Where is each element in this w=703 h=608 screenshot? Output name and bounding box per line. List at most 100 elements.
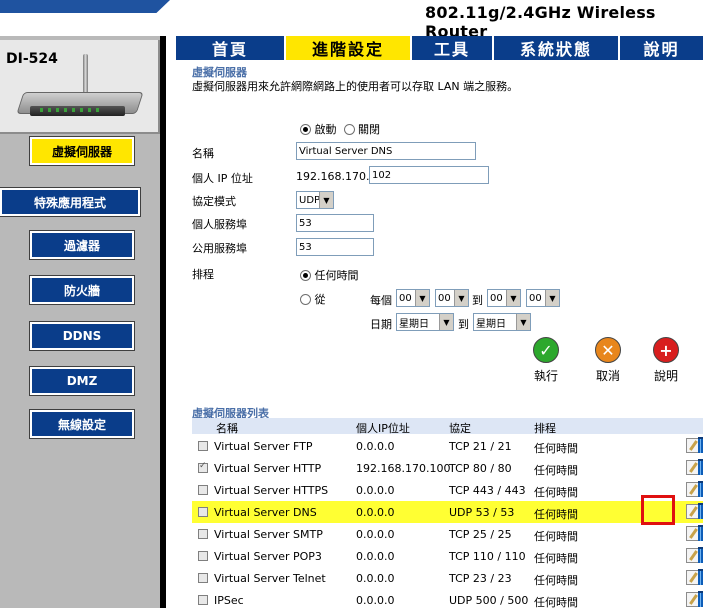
trash-icon[interactable] <box>698 525 703 541</box>
day-from-select[interactable]: 星期日 ▼ <box>396 313 454 331</box>
device-panel: DI-524 <box>0 40 160 134</box>
table-row: Virtual Server HTTPS 0.0.0.0 TCP 443 / 4… <box>192 479 703 501</box>
cancel-button[interactable]: ✕ 取消 <box>588 337 628 384</box>
row-checkbox[interactable] <box>198 529 208 539</box>
row-protocol: TCP 80 / 80 <box>449 462 512 475</box>
row-protocol: TCP 443 / 443 <box>449 484 526 497</box>
protocol-value: UDP <box>299 194 321 206</box>
chevron-down-icon: ▼ <box>506 290 520 306</box>
public-port-label: 公用服務埠 <box>192 242 247 255</box>
time-to-hour-select[interactable]: 00 ▼ <box>487 289 521 307</box>
sidebar-item-filters[interactable]: 過濾器 <box>29 230 135 260</box>
every-label: 每個 <box>370 294 392 307</box>
tab-advanced[interactable]: 進階設定 <box>286 36 412 60</box>
device-model-label: DI-524 <box>6 51 58 67</box>
trash-icon[interactable] <box>698 481 703 497</box>
tab-help[interactable]: 說明 <box>620 36 703 60</box>
row-schedule: 任何時間 <box>534 530 578 543</box>
sidebar-item-special-apps[interactable]: 特殊應用程式 <box>0 187 141 217</box>
row-checkbox[interactable] <box>198 441 208 451</box>
schedule-from-option[interactable]: 從 <box>300 291 326 307</box>
checkmark-icon: ✓ <box>533 337 559 363</box>
disable-label: 關閉 <box>358 123 380 136</box>
sidebar-item-virtual-server[interactable]: 虛擬伺服器 <box>29 136 135 166</box>
schedule-always-label: 任何時間 <box>314 269 359 282</box>
row-protocol: TCP 21 / 21 <box>449 440 512 453</box>
row-schedule: 任何時間 <box>534 552 578 565</box>
schedule-from-radio[interactable] <box>300 294 311 305</box>
row-checkbox[interactable] <box>198 485 208 495</box>
time-to-minute-value: 00 <box>529 292 542 304</box>
tab-tools[interactable]: 工具 <box>412 36 494 60</box>
table-row: Virtual Server POP3 0.0.0.0 TCP 110 / 11… <box>192 545 703 567</box>
edit-button-highlight-marker <box>641 495 675 525</box>
sidebar-item-firewall[interactable]: 防火牆 <box>29 275 135 305</box>
row-checkbox[interactable] <box>198 595 208 605</box>
sidebar-item-dmz[interactable]: DMZ <box>29 366 135 396</box>
row-ip: 0.0.0.0 <box>356 572 395 585</box>
chevron-down-icon: ▼ <box>319 192 333 208</box>
row-checkbox[interactable] <box>198 551 208 561</box>
row-name: IPSec <box>214 594 244 607</box>
router-leds-icon <box>40 108 100 112</box>
row-schedule: 任何時間 <box>534 442 578 455</box>
row-schedule: 任何時間 <box>534 596 578 608</box>
table-row: Virtual Server FTP 0.0.0.0 TCP 21 / 21 任… <box>192 435 703 457</box>
trash-icon[interactable] <box>698 569 703 585</box>
trash-icon[interactable] <box>698 591 703 607</box>
row-ip: 0.0.0.0 <box>356 484 395 497</box>
cancel-label: 取消 <box>595 369 620 383</box>
row-name: Virtual Server HTTP <box>214 462 322 475</box>
cancel-x-icon: ✕ <box>595 337 621 363</box>
row-ip: 0.0.0.0 <box>356 528 395 541</box>
section-description: 虛擬伺服器用來允許網際網路上的使用者可以存取 LAN 端之服務。 <box>192 80 519 93</box>
row-schedule: 任何時間 <box>534 464 578 477</box>
time-from-hour-select[interactable]: 00 ▼ <box>396 289 430 307</box>
time-to-minute-select[interactable]: 00 ▼ <box>526 289 560 307</box>
table-row: Virtual Server SMTP 0.0.0.0 TCP 25 / 25 … <box>192 523 703 545</box>
protocol-label: 協定模式 <box>192 195 236 208</box>
public-port-field[interactable]: 53 <box>296 238 374 256</box>
trash-icon[interactable] <box>698 459 703 475</box>
trash-icon[interactable] <box>698 503 703 519</box>
row-name: Virtual Server SMTP <box>214 528 323 541</box>
sidebar-item-wireless[interactable]: 無線設定 <box>29 409 135 439</box>
plus-icon: + <box>653 337 679 363</box>
help-button[interactable]: + 說明 <box>646 337 686 384</box>
row-protocol: TCP 25 / 25 <box>449 528 512 541</box>
header-name: 名稱 <box>216 422 238 435</box>
row-ip: 0.0.0.0 <box>356 594 395 607</box>
private-port-label: 個人服務埠 <box>192 218 247 231</box>
enable-option[interactable]: 啟動 關閉 <box>300 121 380 137</box>
ip-field[interactable]: 102 <box>369 166 489 184</box>
row-checkbox[interactable] <box>198 507 208 517</box>
apply-button[interactable]: ✓ 執行 <box>526 337 566 384</box>
disable-radio[interactable] <box>343 124 355 135</box>
name-field[interactable]: Virtual Server DNS <box>296 142 476 160</box>
row-name: Virtual Server HTTPS <box>214 484 329 497</box>
time-from-minute-select[interactable]: 00 ▼ <box>435 289 469 307</box>
private-port-field[interactable]: 53 <box>296 214 374 232</box>
protocol-select[interactable]: UDP ▼ <box>296 191 334 209</box>
table-row: IPSec 0.0.0.0 UDP 500 / 500 任何時間 <box>192 589 703 608</box>
schedule-always-radio[interactable] <box>300 270 311 281</box>
day-from-value: 星期日 <box>399 318 429 330</box>
row-checkbox[interactable] <box>198 461 208 473</box>
trash-icon[interactable] <box>698 547 703 563</box>
apply-label: 執行 <box>533 369 558 383</box>
ip-prefix: 192.168.170. <box>296 170 370 183</box>
sidebar-item-ddns[interactable]: DDNS <box>29 321 135 351</box>
enable-radio[interactable] <box>300 124 311 135</box>
row-schedule: 任何時間 <box>534 574 578 587</box>
tab-status[interactable]: 系統狀態 <box>494 36 620 60</box>
row-checkbox[interactable] <box>198 573 208 583</box>
to-label: 到 <box>472 294 483 307</box>
schedule-from-label: 從 <box>314 293 326 306</box>
router-antenna-icon <box>83 54 88 94</box>
time-to-hour-value: 00 <box>490 292 503 304</box>
day-to-label: 到 <box>458 318 469 331</box>
tab-home[interactable]: 首頁 <box>176 36 286 60</box>
trash-icon[interactable] <box>698 437 703 453</box>
schedule-always-option[interactable]: 任何時間 <box>300 267 359 283</box>
day-to-select[interactable]: 星期日 ▼ <box>473 313 531 331</box>
